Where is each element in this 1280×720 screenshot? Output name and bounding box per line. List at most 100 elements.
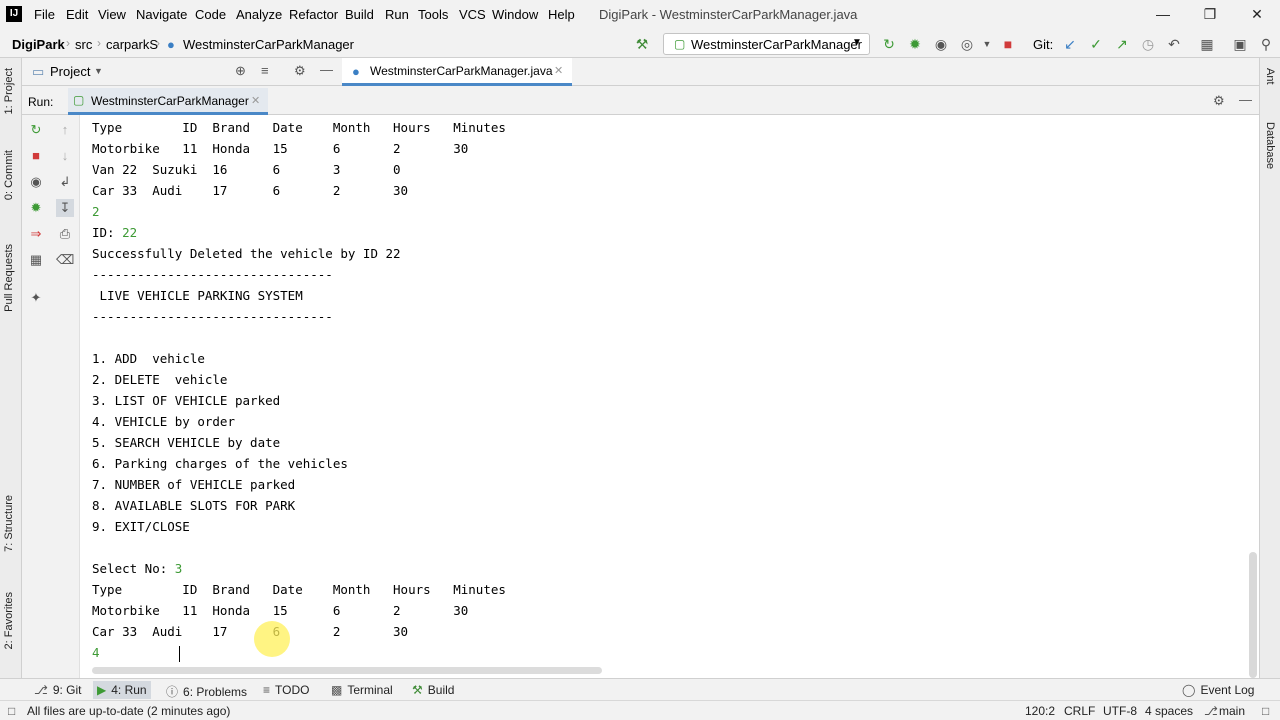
git-update-icon[interactable]: ↙ (1061, 35, 1079, 53)
close-tab-icon[interactable]: ✕ (554, 64, 563, 77)
tab-terminal[interactable]: ▩ Terminal (331, 683, 393, 697)
rerun-icon[interactable]: ↻ (880, 35, 898, 53)
line-separator[interactable]: CRLF (1064, 704, 1095, 718)
menu-help[interactable]: Help (548, 7, 575, 22)
exit-icon[interactable]: ⇒ (27, 225, 45, 243)
tab-commit[interactable]: 0: Commit (3, 150, 15, 200)
minimize-panel-icon[interactable]: — (1239, 92, 1252, 107)
tab-git[interactable]: ⎇ 9: Git (34, 683, 82, 697)
breadcrumb-class[interactable]: WestminsterCarParkManager (183, 37, 354, 52)
console-output[interactable]: Type ID Brand Date Month Hours Minutes Mo… (80, 115, 1259, 678)
menu-code[interactable]: Code (195, 7, 226, 22)
profile-icon[interactable]: ◎ (958, 35, 976, 53)
tab-build[interactable]: ⚒ Build (412, 683, 454, 697)
minimize-panel-icon[interactable]: — (320, 62, 333, 77)
minimize-icon[interactable]: — (1151, 4, 1175, 24)
console-user-input: 22 (122, 225, 138, 240)
menu-vcs[interactable]: VCS (459, 7, 486, 22)
camera-icon[interactable]: ◉ (27, 173, 45, 191)
rerun-icon[interactable]: ↻ (27, 121, 45, 139)
console-line-text: Van 22 Suzuki 16 6 3 0 (92, 162, 401, 177)
git-commit-icon[interactable]: ✓ (1087, 35, 1105, 53)
console-line: Motorbike 11 Honda 15 6 2 30 (92, 600, 468, 621)
collapse-icon[interactable]: ≡ (261, 63, 269, 78)
console-line: 5. SEARCH VEHICLE by date (92, 432, 280, 453)
tab-ant[interactable]: Ant (1264, 68, 1276, 85)
build-hammer-icon[interactable]: ⚒ (633, 35, 651, 53)
menu-file[interactable]: File (34, 7, 55, 22)
scroll-to-end-icon[interactable]: ↧ (56, 199, 74, 217)
gear-icon[interactable]: ⚙ (1213, 93, 1225, 109)
breadcrumb-package[interactable]: carparkS (106, 37, 158, 52)
chevron-down-icon[interactable]: ▼ (94, 66, 103, 76)
restore-icon[interactable]: ❐ (1198, 4, 1222, 24)
close-tab-icon[interactable]: ✕ (251, 94, 260, 107)
tab-database[interactable]: Database (1264, 122, 1276, 169)
run-tools-primary: ↻ ■ ◉ ✹ ⇒ ▦ ✦ (22, 115, 50, 678)
editor-tab[interactable]: ● WestminsterCarParkManager.java ✕ (342, 58, 572, 86)
git-push-icon[interactable]: ↗ (1113, 35, 1131, 53)
console-line-text: ID: (92, 225, 123, 240)
menu-run[interactable]: Run (385, 7, 409, 22)
horizontal-scrollbar[interactable] (92, 667, 602, 674)
right-tool-strip: Ant Database (1259, 58, 1280, 678)
pin-icon[interactable]: ✦ (27, 289, 45, 307)
text-cursor (179, 646, 180, 662)
tab-event-log[interactable]: ◯ Event Log (1182, 683, 1254, 697)
file-encoding[interactable]: UTF-8 (1103, 704, 1137, 718)
tab-event-log-label: Event Log (1200, 683, 1255, 697)
info-icon: ⓘ (166, 685, 179, 699)
console-line: ID: 22 (92, 222, 137, 243)
tab-project[interactable]: 1: Project (3, 68, 15, 114)
arrow-up-icon[interactable]: ↑ (56, 121, 74, 139)
square-icon: □ (8, 704, 16, 718)
soft-wrap-icon[interactable]: ↲ (56, 173, 74, 191)
close-icon[interactable]: ✕ (1245, 4, 1269, 24)
tab-problems[interactable]: ⓘ 6: Problems (166, 683, 247, 700)
menu-navigate[interactable]: Navigate (136, 7, 187, 22)
debug-bug-icon[interactable]: ✹ (906, 35, 924, 53)
tab-pull-requests[interactable]: Pull Requests (3, 244, 15, 312)
git-branch[interactable]: main (1219, 704, 1245, 718)
coverage-icon[interactable]: ◉ (932, 35, 950, 53)
locate-icon[interactable]: ⊕ (235, 63, 246, 79)
vertical-scrollbar[interactable] (1249, 552, 1257, 678)
project-label[interactable]: Project (50, 64, 90, 79)
run-config-select[interactable]: ▢ WestminsterCarParkManager ▼ (663, 33, 870, 55)
debug-bug-icon[interactable]: ✹ (27, 199, 45, 217)
tab-structure[interactable]: 7: Structure (3, 495, 15, 552)
menu-refactor[interactable]: Refactor (289, 7, 338, 22)
menu-view[interactable]: View (98, 7, 126, 22)
gear-icon[interactable]: ⚙ (294, 63, 306, 79)
run-tab[interactable]: ▢ WestminsterCarParkManager ✕ (68, 88, 268, 115)
console-line-text: Select No: (92, 561, 175, 576)
rollback-icon[interactable]: ↶ (1165, 35, 1183, 53)
console-line-text: Car 33 Audi 17 6 2 30 (92, 183, 409, 198)
tab-todo[interactable]: ≡ TODO (263, 683, 309, 697)
menu-tools[interactable]: Tools (418, 7, 448, 22)
breadcrumb-src[interactable]: src (75, 37, 92, 52)
tab-favorites[interactable]: 2: Favorites (3, 592, 15, 649)
chevron-down-icon[interactable]: ▼ (978, 35, 996, 53)
menu-build[interactable]: Build (345, 7, 374, 22)
project-structure-icon[interactable]: ▦ (1198, 35, 1216, 53)
print-icon[interactable]: ⎙ (56, 225, 74, 243)
breadcrumb-project[interactable]: DigiPark (12, 37, 65, 52)
stop-icon[interactable]: ■ (999, 35, 1017, 53)
caret-position[interactable]: 120:2 (1025, 704, 1055, 718)
lock-icon[interactable]: □ (1262, 704, 1269, 718)
menu-window[interactable]: Window (492, 7, 538, 22)
menu-analyze[interactable]: Analyze (236, 7, 282, 22)
trash-icon[interactable]: ⌫ (56, 251, 74, 269)
tab-run[interactable]: ▶ 4: Run (93, 681, 151, 699)
status-message[interactable]: All files are up-to-date (2 minutes ago) (27, 704, 230, 718)
stop-icon[interactable]: ■ (27, 147, 45, 165)
layout-icon[interactable]: ▦ (27, 251, 45, 269)
menu-edit[interactable]: Edit (66, 7, 88, 22)
search-icon[interactable]: ⚲ (1257, 35, 1275, 53)
bottom-tool-bar: ⎇ 9: Git ▶ 4: Run ⓘ 6: Problems ≡ TODO ▩ Term… (0, 678, 1280, 700)
history-icon[interactable]: ◷ (1139, 35, 1157, 53)
arrow-down-icon[interactable]: ↓ (56, 147, 74, 165)
indent-setting[interactable]: 4 spaces (1145, 704, 1193, 718)
presentation-icon[interactable]: ▣ (1231, 35, 1249, 53)
